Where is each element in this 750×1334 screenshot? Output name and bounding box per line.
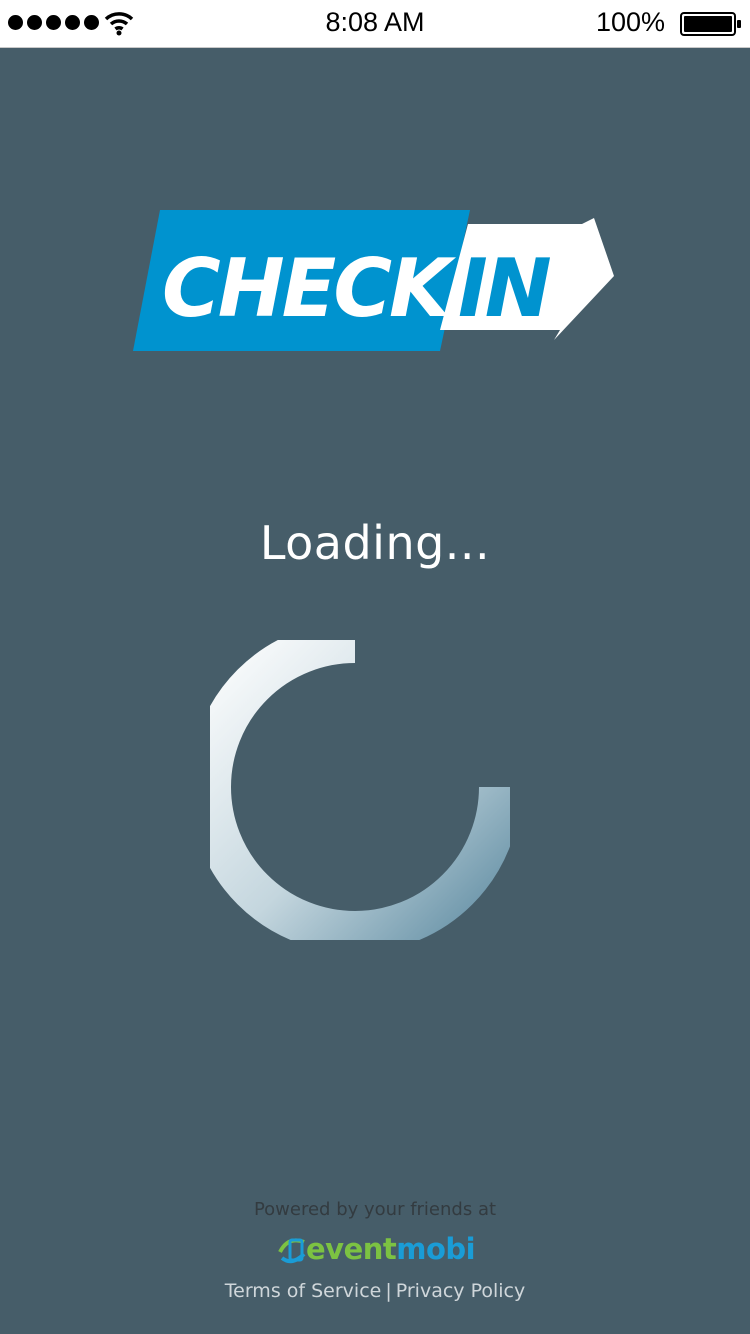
- footer-links: Terms of Service | Privacy Policy: [0, 1280, 750, 1302]
- logo-check-text: CHECK: [162, 242, 456, 335]
- battery-percent: 100%: [596, 7, 666, 37]
- powered-by-text: Powered by your friends at: [253, 1199, 497, 1220]
- privacy-link[interactable]: Privacy Policy: [396, 1280, 525, 1302]
- brand-event-text: event: [306, 1231, 397, 1266]
- terms-link[interactable]: Terms of Service: [225, 1280, 382, 1302]
- logo-in-text: IN: [458, 242, 551, 335]
- loading-label: Loading...: [259, 516, 491, 570]
- eventmobi-swoosh-icon: [278, 1238, 306, 1264]
- eventmobi-logo[interactable]: eventmobi: [278, 1231, 476, 1266]
- brand-mobi-text: mobi: [396, 1231, 476, 1266]
- checkin-logo: CHECK IN: [130, 206, 620, 361]
- status-bar: 8:08 AM 100%: [0, 0, 750, 48]
- battery-icon: [680, 12, 741, 36]
- link-separator: |: [385, 1280, 392, 1302]
- loading-spinner-icon: [210, 640, 510, 940]
